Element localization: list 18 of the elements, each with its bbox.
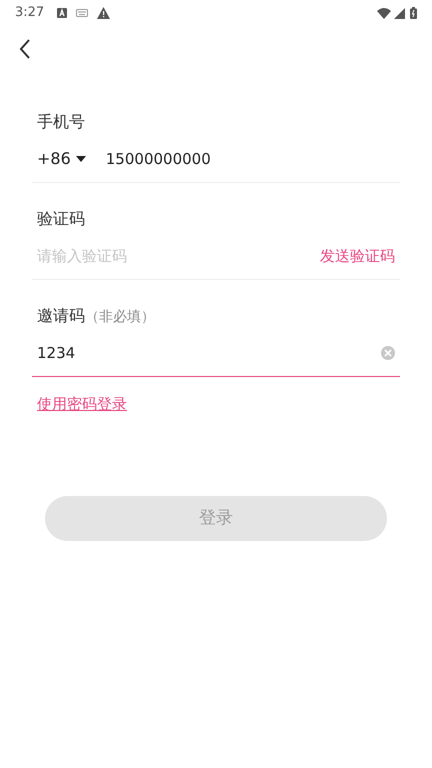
status-time: 3:27 — [15, 4, 44, 22]
password-login-link[interactable]: 使用密码登录 — [37, 395, 127, 413]
a-icon — [57, 8, 68, 18]
phone-input[interactable]: 15000000000 — [106, 148, 395, 170]
code-input[interactable]: 请输入验证码 — [37, 244, 320, 268]
field-label: 手机号 — [36, 111, 86, 133]
signal-icon — [394, 8, 405, 18]
send-code-link[interactable]: 发送验证码 — [320, 244, 395, 268]
field-label: 验证码 — [36, 208, 86, 230]
country-code-dropdown[interactable]: +86 — [37, 147, 86, 171]
field-label: 邀请码 — [37, 305, 85, 327]
battery-icon — [410, 7, 417, 19]
wifi-icon — [377, 8, 391, 18]
invite-input[interactable]: 1234 — [37, 342, 381, 364]
keyboard-icon — [76, 9, 88, 17]
optional-hint: （非必填） — [85, 308, 155, 327]
warning-icon — [97, 7, 110, 19]
dropdown-caret-icon — [76, 156, 86, 162]
